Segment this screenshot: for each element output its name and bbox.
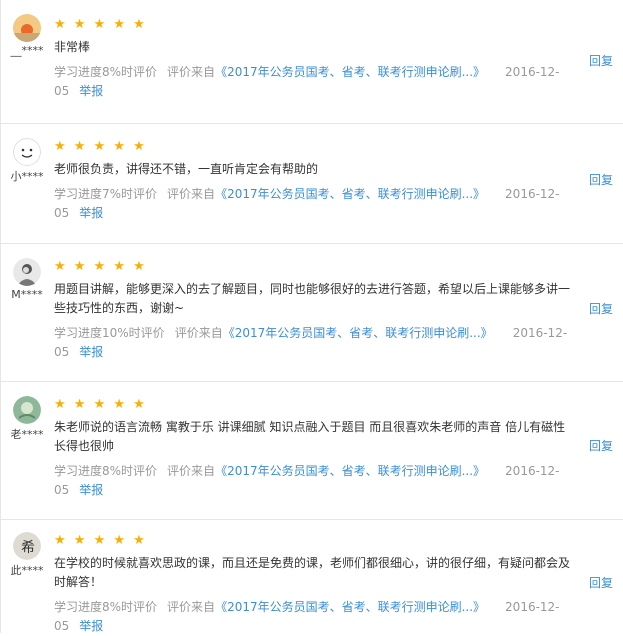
review-text: 在学校的时候就喜欢思政的课，而且还是免费的课，老师们都很细心，讲的很仔细，有疑问… bbox=[54, 556, 571, 589]
star-rating: ★ ★ ★ ★ ★ bbox=[54, 17, 147, 32]
review-meta: 学习进度8%时评价 评价来自《2017年公务员国考、省考、联考行测申论刷...》 2… bbox=[54, 598, 574, 636]
report-link[interactable]: 举报 bbox=[79, 483, 103, 497]
source-prefix: 评价来自 bbox=[174, 326, 223, 340]
star-rating: ★ ★ ★ ★ ★ bbox=[54, 397, 147, 412]
source-prefix: 评价来自 bbox=[167, 65, 216, 79]
user-avatar[interactable] bbox=[13, 14, 41, 42]
source-prefix: 评价来自 bbox=[167, 600, 216, 614]
review-item: M**** ★ ★ ★ ★ ★ 用题目讲解，能够更深入的去了解题目，同时也能够很… bbox=[0, 244, 623, 382]
course-link[interactable]: 《2017年公务员国考、省考、联考行测申论刷...》 bbox=[215, 464, 485, 478]
reply-button[interactable]: 回复 bbox=[589, 300, 613, 317]
review-item: 小**** ★ ★ ★ ★ ★ 老师很负责，讲得还不错，一直听肯定会有帮助的 学… bbox=[0, 124, 623, 244]
review-text: 用题目讲解，能够更深入的去了解题目，同时也能够很好的去进行答题，希望以后上课能够… bbox=[54, 282, 571, 315]
user-avatar[interactable] bbox=[13, 258, 41, 286]
review-item: 老**** ★ ★ ★ ★ ★ 朱老师说的语言流畅 寓教于乐 讲课细腻 知识点融… bbox=[0, 382, 623, 520]
review-meta: 学习进度8%时评价 评价来自《2017年公务员国考、省考、联考行测申论刷...》 2… bbox=[54, 63, 574, 101]
progress-text: 学习进度8%时评价 bbox=[54, 600, 158, 614]
report-link[interactable]: 举报 bbox=[79, 206, 103, 220]
user-block[interactable]: __**** bbox=[8, 14, 46, 57]
review-item: __**** ★ ★ ★ ★ ★ 非常棒 学习进度8%时评价 评价来自《2017年… bbox=[0, 0, 623, 124]
course-link[interactable]: 《2017年公务员国考、省考、联考行测申论刷...》 bbox=[223, 326, 493, 340]
username[interactable]: M**** bbox=[8, 288, 46, 301]
course-link[interactable]: 《2017年公务员国考、省考、联考行测申论刷...》 bbox=[215, 65, 485, 79]
report-link[interactable]: 举报 bbox=[79, 84, 103, 98]
star-rating: ★ ★ ★ ★ ★ bbox=[54, 533, 147, 548]
review-text: 老师很负责，讲得还不错，一直听肯定会有帮助的 bbox=[54, 162, 319, 176]
review-text: 非常棒 bbox=[54, 40, 91, 54]
review-meta: 学习进度10%时评价 评价来自《2017年公务员国考、省考、联考行测申论刷...》… bbox=[54, 324, 574, 362]
progress-text: 学习进度8%时评价 bbox=[54, 65, 158, 79]
username[interactable]: 此**** bbox=[8, 562, 46, 578]
review-meta: 学习进度7%时评价 评价来自《2017年公务员国考、省考、联考行测申论刷...》 2… bbox=[54, 185, 574, 223]
user-avatar[interactable]: 希 bbox=[13, 532, 41, 560]
report-link[interactable]: 举报 bbox=[79, 345, 103, 359]
review-content: ★ ★ ★ ★ ★ 老师很负责，讲得还不错，一直听肯定会有帮助的 学习进度7%时… bbox=[54, 140, 574, 223]
user-block[interactable]: M**** bbox=[8, 258, 46, 301]
username[interactable]: 小**** bbox=[8, 168, 46, 184]
review-content: ★ ★ ★ ★ ★ 用题目讲解，能够更深入的去了解题目，同时也能够很好的去进行答… bbox=[54, 260, 574, 362]
review-item: 希 此**** ★ ★ ★ ★ ★ 在学校的时候就喜欢思政的课，而且还是免费的课… bbox=[0, 520, 623, 633]
star-rating: ★ ★ ★ ★ ★ bbox=[54, 139, 147, 154]
progress-text: 学习进度10%时评价 bbox=[54, 326, 165, 340]
user-block[interactable]: 希 此**** bbox=[8, 532, 46, 578]
review-content: ★ ★ ★ ★ ★ 在学校的时候就喜欢思政的课，而且还是免费的课，老师们都很细心… bbox=[54, 534, 574, 636]
user-avatar[interactable] bbox=[13, 396, 41, 424]
reply-button[interactable]: 回复 bbox=[589, 574, 613, 591]
review-meta: 学习进度8%时评价 评价来自《2017年公务员国考、省考、联考行测申论刷...》 2… bbox=[54, 462, 574, 500]
username[interactable]: 老**** bbox=[8, 426, 46, 442]
star-rating: ★ ★ ★ ★ ★ bbox=[54, 259, 147, 274]
report-link[interactable]: 举报 bbox=[79, 619, 103, 633]
username[interactable]: __**** bbox=[8, 44, 46, 57]
reply-button[interactable]: 回复 bbox=[589, 171, 613, 188]
reply-button[interactable]: 回复 bbox=[589, 437, 613, 454]
review-content: ★ ★ ★ ★ ★ 非常棒 学习进度8%时评价 评价来自《2017年公务员国考、省… bbox=[54, 18, 574, 101]
user-block[interactable]: 小**** bbox=[8, 138, 46, 184]
course-link[interactable]: 《2017年公务员国考、省考、联考行测申论刷...》 bbox=[215, 187, 485, 201]
review-content: ★ ★ ★ ★ ★ 朱老师说的语言流畅 寓教于乐 讲课细腻 知识点融入于题目 而… bbox=[54, 398, 574, 500]
user-block[interactable]: 老**** bbox=[8, 396, 46, 442]
progress-text: 学习进度8%时评价 bbox=[54, 464, 158, 478]
progress-text: 学习进度7%时评价 bbox=[54, 187, 158, 201]
source-prefix: 评价来自 bbox=[167, 187, 216, 201]
source-prefix: 评价来自 bbox=[167, 464, 216, 478]
svg-text:希: 希 bbox=[21, 540, 35, 556]
user-avatar[interactable] bbox=[13, 138, 41, 166]
course-link[interactable]: 《2017年公务员国考、省考、联考行测申论刷...》 bbox=[215, 600, 485, 614]
review-text: 朱老师说的语言流畅 寓教于乐 讲课细腻 知识点融入于题目 而且很喜欢朱老师的声音… bbox=[54, 420, 566, 453]
reply-button[interactable]: 回复 bbox=[589, 52, 613, 69]
